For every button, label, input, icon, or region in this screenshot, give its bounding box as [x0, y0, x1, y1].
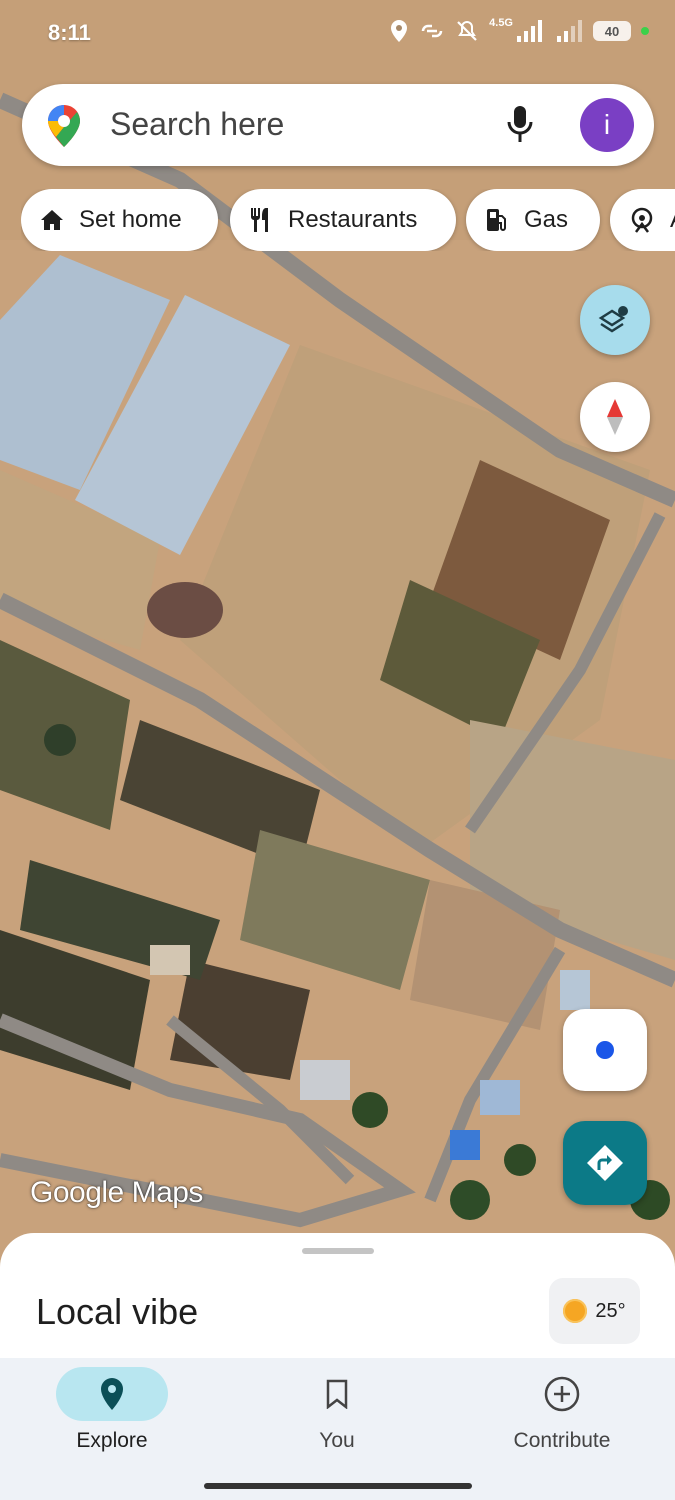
nav-you[interactable]: You — [237, 1358, 437, 1468]
google-maps-watermark: Google Maps — [30, 1176, 203, 1209]
battery-icon: 40 — [593, 21, 631, 41]
green-dot — [641, 27, 649, 35]
attraction-icon — [631, 207, 653, 233]
search-input[interactable]: Search here — [110, 106, 284, 143]
nav-label: You — [319, 1429, 355, 1452]
my-location-icon — [596, 1041, 614, 1059]
chip-label: Restaurants — [288, 206, 418, 233]
signal-icon — [517, 20, 542, 42]
fork-knife-icon — [251, 208, 268, 232]
directions-icon — [587, 1145, 623, 1181]
chip-label: Set home — [79, 206, 182, 233]
nav-explore[interactable]: Explore — [12, 1358, 212, 1468]
bottom-sheet[interactable]: Local vibe 25° — [0, 1233, 675, 1373]
explore-pin-icon — [101, 1378, 123, 1410]
chip-attractions[interactable]: A — [610, 189, 675, 251]
my-location-button[interactable] — [563, 1009, 647, 1091]
mute-icon — [457, 20, 477, 41]
bottom-navigation: Explore You Contribute — [0, 1358, 675, 1500]
bookmark-icon — [326, 1379, 348, 1409]
chip-restaurants[interactable]: Restaurants — [230, 189, 456, 251]
layers-button[interactable] — [580, 285, 650, 355]
nav-label: Contribute — [513, 1429, 611, 1452]
account-avatar[interactable]: i — [580, 98, 634, 152]
nav-contribute[interactable]: Contribute — [462, 1358, 662, 1468]
chip-label: A — [670, 206, 675, 234]
category-chips: Set home Restaurants Gas A — [21, 189, 675, 251]
chip-label: Gas — [524, 206, 569, 233]
nav-you-pill — [281, 1367, 393, 1421]
compass-button[interactable] — [580, 382, 650, 452]
status-bar: 8:11 4.5G 40 — [0, 0, 675, 66]
search-bar[interactable]: Search here i — [22, 84, 654, 166]
weather-chip[interactable]: 25° — [549, 1278, 640, 1344]
link-icon — [421, 24, 443, 38]
gesture-bar[interactable] — [204, 1483, 472, 1489]
chip-gas[interactable]: Gas — [466, 189, 600, 251]
signal-icon-2 — [557, 20, 582, 42]
sheet-title: Local vibe — [36, 1291, 199, 1332]
temperature: 25° — [595, 1299, 626, 1322]
nav-explore-pill — [56, 1367, 168, 1421]
compass-icon — [607, 399, 623, 435]
status-time: 8:11 — [48, 20, 91, 45]
mic-icon[interactable] — [506, 104, 534, 146]
status-icons: 4.5G 40 — [389, 17, 649, 43]
layers-icon — [598, 306, 628, 333]
sun-icon — [563, 1299, 588, 1323]
maps-pin-logo — [48, 105, 80, 147]
sheet-drag-handle[interactable] — [302, 1248, 374, 1254]
add-circle-icon — [544, 1376, 580, 1412]
home-icon — [41, 210, 63, 230]
network-label: 4.5G — [489, 17, 513, 29]
directions-button[interactable] — [563, 1121, 647, 1205]
nav-label: Explore — [76, 1429, 148, 1452]
location-icon — [391, 20, 408, 42]
nav-contribute-pill — [506, 1367, 618, 1421]
gas-pump-icon — [487, 209, 506, 231]
chip-set-home[interactable]: Set home — [21, 189, 218, 251]
